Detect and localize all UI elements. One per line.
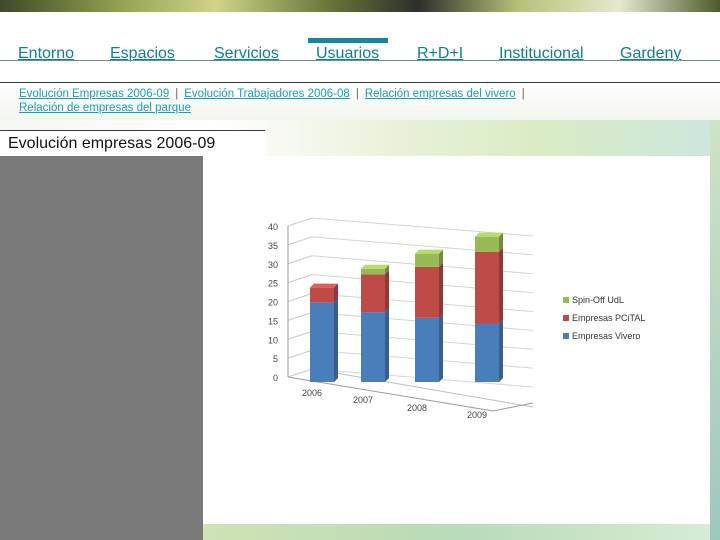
bar-top [475,232,503,237]
grid-line-depth [287,349,313,359]
grid-line-depth [287,217,313,227]
bar-top [310,283,338,288]
bar-segment-side [499,247,503,324]
decorative-strip-bottom [203,524,710,540]
legend-swatch [563,315,569,321]
grid-line-depth [287,293,313,302]
decorative-strip-right [710,120,720,540]
x-tick-label: 2009 [467,410,487,420]
page-title: Evolución empresas 2006-09 [8,135,216,152]
bar-segment-side [499,319,503,382]
bar-segment [415,253,439,267]
bar-segment [310,302,334,382]
y-tick-label: 30 [268,260,278,270]
grid-line-depth [287,368,313,378]
y-tick-label: 15 [268,316,278,326]
y-tick-label: 40 [268,222,278,232]
chart-panel: 0 5 10 15 20 25 30 35 40 2006 2007 2008 2009 Spin-Off… [203,156,710,524]
bar-segment-side [334,298,338,382]
y-tick-label: 20 [268,298,278,308]
subnav-link-evolucion-trabajadores[interactable]: Evolución Trabajadores 2006-08 [184,88,350,100]
header-banner [0,0,720,12]
subnav-row-2: Relación de empresas del parque [19,102,191,114]
bar-segment [310,287,334,303]
subnav-row-1: Evolución Empresas 2006-09 | Evolución Tra… [19,88,531,100]
left-sidebar-panel [0,156,203,540]
y-tick-label: 25 [268,279,278,289]
bar-segment [415,317,439,382]
subnav-link-relacion-parque[interactable]: Relación de empresas del parque [19,102,191,114]
y-tick-label: 35 [268,241,278,251]
bar-segment-side [385,308,389,382]
bar-top [361,264,389,269]
bar-segment [475,236,499,252]
bar-segment [475,251,499,324]
stacked-bar-chart: 0 5 10 15 20 25 30 35 40 2006 2007 2008 2009 Spin-Off… [268,217,645,420]
grid-line-depth [287,311,313,321]
bar-segment-side [439,262,443,318]
title-container: Evolución empresas 2006-09 [0,130,265,156]
legend-label: Empresas Vivero [572,331,640,341]
floor-right-edge [492,402,534,412]
subnav-link-relacion-vivero[interactable]: Relación empresas del vivero [365,88,516,100]
bar-top [415,249,443,254]
sub-navigation: Evolución Empresas 2006-09 | Evolución Tra… [0,82,720,120]
legend-swatch [563,333,569,339]
y-tick-label: 10 [268,335,278,345]
x-tick-label: 2008 [407,403,427,413]
bar-segment [361,274,385,313]
legend-swatch [563,297,569,303]
subnav-separator: | [355,88,359,100]
bar-segment [361,312,385,382]
x-tick-label: 2006 [302,388,322,398]
bar-segment [415,266,439,318]
subnav-link-evolucion-empresas[interactable]: Evolución Empresas 2006-09 [19,88,169,100]
bar-segment [361,268,385,275]
x-tick-label: 2007 [353,395,373,405]
legend-label: Spin-Off UdL [572,295,624,305]
bar-segment [475,323,499,382]
active-tab-indicator [308,38,388,43]
legend-label: Empresas PCiTAL [572,313,645,323]
subnav-separator: | [521,88,525,100]
grid-line-depth [287,255,313,265]
bar-segment-side [439,313,443,382]
y-tick-label: 0 [273,373,278,383]
nav-divider [0,60,720,61]
grid-line-depth [287,330,313,340]
bar-segment-side [385,270,389,313]
main-navigation: Entorno Espacios Servicios Usuarios R+D+… [0,12,720,82]
y-tick-label: 5 [273,354,278,364]
subnav-separator: | [175,88,179,100]
grid-line-depth [287,274,313,284]
grid-line-depth [287,236,313,246]
